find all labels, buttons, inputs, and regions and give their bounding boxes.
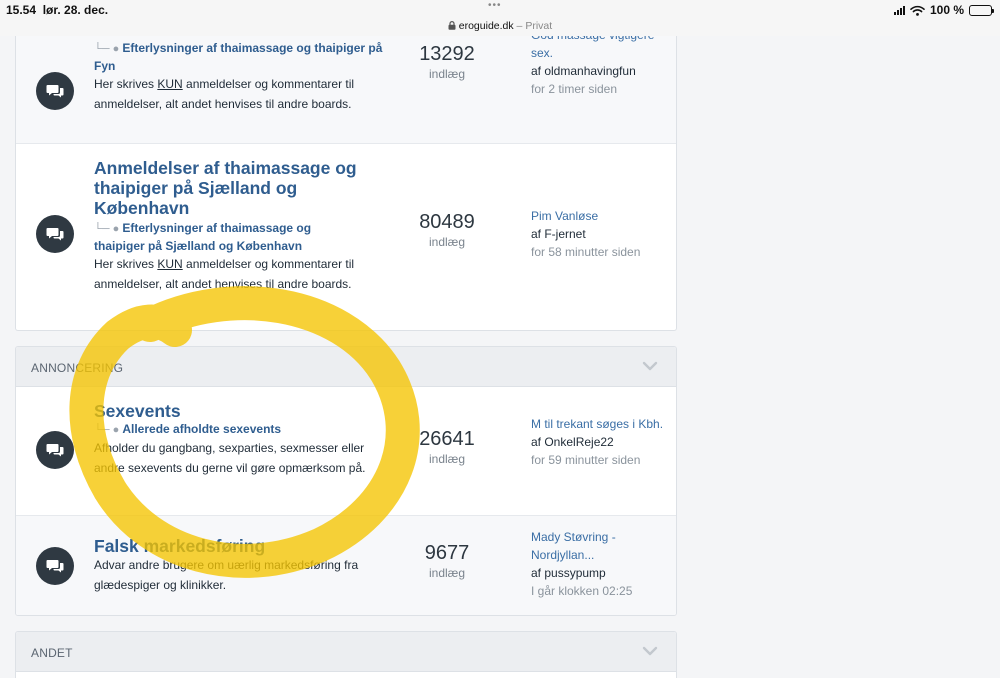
forum-stats: 9677 indlæg: [396, 541, 498, 581]
battery-percent: 100 %: [929, 3, 964, 17]
forum-block-other: ANDET: [15, 631, 677, 678]
subforum-link[interactable]: └─ ● Allerede afholdte sexevents: [94, 421, 384, 439]
section-header[interactable]: ANNONCERING: [16, 347, 676, 387]
post-count-label: indlæg: [428, 235, 466, 249]
chevron-down-icon[interactable]: [642, 358, 658, 374]
chat-bubbles-icon[interactable]: [36, 431, 74, 469]
forum-description: Advar andre brugere om uærlig markedsfør…: [94, 558, 359, 592]
forum-main: Anmeldelser af thaimassage og thaipiger …: [94, 158, 364, 294]
forum-row[interactable]: Anmeldelser af thaimassage og thaipiger …: [16, 143, 676, 327]
wifi-icon: [910, 5, 925, 16]
forum-main: Falsk markedsføring Advar andre brugere …: [94, 536, 384, 595]
latest-post: God massage vigtigere sex. af oldmanhavi…: [531, 36, 671, 98]
latest-post-author[interactable]: af F-jernet: [531, 225, 671, 243]
post-count: 9677: [424, 542, 470, 564]
address-bar[interactable]: eroguide.dk – Privat: [0, 20, 1000, 32]
private-label: Privat: [525, 20, 553, 32]
lock-icon: [448, 21, 456, 30]
section-title: ANNONCERING: [31, 361, 124, 375]
signal-icon: [893, 5, 905, 15]
forum-main: Sexevents └─ ● Allerede afholdte sexeven…: [94, 401, 384, 478]
post-count: 80489: [419, 211, 475, 233]
browser-menu-dots[interactable]: •••: [488, 0, 502, 11]
forum-description: Afholder du gangbang, sexparties, sexmes…: [94, 441, 366, 475]
forum-main: └─ ● Efterlysninger af thaimassage og th…: [94, 40, 384, 114]
section-header[interactable]: ANDET: [16, 632, 676, 672]
status-bar: 15.54 lør. 28. dec. ••• eroguide.dk – Pr…: [0, 0, 1000, 36]
status-time: 15.54 lør. 28. dec.: [6, 3, 109, 17]
post-count: 26641: [419, 428, 475, 450]
forum-title[interactable]: Sexevents: [94, 401, 384, 421]
latest-post-time: for 58 minutter siden: [531, 245, 641, 259]
chat-bubbles-icon[interactable]: [36, 72, 74, 110]
latest-post-author[interactable]: af OnkelReje22: [531, 433, 671, 451]
forum-block-announcing: ANNONCERING Sexevents └─ ● Allerede afho…: [15, 346, 677, 616]
latest-post-title[interactable]: Pim Vanløse: [531, 207, 671, 225]
latest-post: Mady Støvring - Nordjyllan... af pussypu…: [531, 528, 671, 600]
chevron-down-icon[interactable]: [642, 643, 658, 659]
chat-bubbles-icon[interactable]: [36, 547, 74, 585]
forum-description: Her skrives KUN anmeldelser og kommentar…: [94, 257, 355, 291]
post-count-label: indlæg: [428, 452, 466, 466]
latest-post-time: I går klokken 02:25: [531, 584, 633, 598]
post-count-label: indlæg: [428, 566, 466, 580]
latest-post-title[interactable]: Mady Støvring - Nordjyllan...: [531, 528, 671, 564]
latest-post-author[interactable]: af oldmanhavingfun: [531, 62, 671, 80]
status-indicators: 100 %: [893, 3, 994, 17]
subforum-link[interactable]: └─ ● Efterlysninger af thaimassage og th…: [94, 220, 364, 255]
forum-row[interactable]: └─ ● Efterlysninger af thaimassage og th…: [16, 36, 676, 143]
subforum-link[interactable]: └─ ● Efterlysninger af thaimassage og th…: [94, 40, 384, 75]
latest-post-title[interactable]: M til trekant søges i Kbh.: [531, 415, 671, 433]
forum-stats: 80489 indlæg: [396, 210, 498, 250]
forum-row[interactable]: Sexevents └─ ● Allerede afholdte sexeven…: [16, 387, 676, 515]
latest-post-title[interactable]: God massage vigtigere sex.: [531, 36, 671, 62]
latest-post-author[interactable]: af pussypump: [531, 564, 671, 582]
forum-row[interactable]: Falsk markedsføring Advar andre brugere …: [16, 515, 676, 615]
battery-icon: [969, 4, 994, 16]
latest-post: Pim Vanløse af F-jernet for 58 minutter …: [531, 207, 671, 261]
chat-bubbles-icon[interactable]: [36, 215, 74, 253]
forum-title[interactable]: Falsk markedsføring: [94, 536, 384, 556]
latest-post-time: for 2 timer siden: [531, 82, 618, 96]
forum-description: Her skrives KUN anmeldelser og kommentar…: [94, 77, 355, 111]
latest-post: M til trekant søges i Kbh. af OnkelReje2…: [531, 415, 671, 469]
section-title: ANDET: [31, 646, 73, 660]
post-count: 13292: [419, 43, 475, 65]
forum-page: └─ ● Efterlysninger af thaimassage og th…: [0, 36, 1000, 678]
latest-post-time: for 59 minutter siden: [531, 453, 641, 467]
forum-stats: 26641 indlæg: [396, 427, 498, 467]
forum-stats: 13292 indlæg: [396, 42, 498, 82]
url-text: eroguide.dk: [458, 20, 514, 32]
post-count-label: indlæg: [428, 67, 466, 81]
forum-title[interactable]: Anmeldelser af thaimassage og thaipiger …: [94, 158, 364, 218]
forum-block-reviews: └─ ● Efterlysninger af thaimassage og th…: [15, 36, 677, 331]
